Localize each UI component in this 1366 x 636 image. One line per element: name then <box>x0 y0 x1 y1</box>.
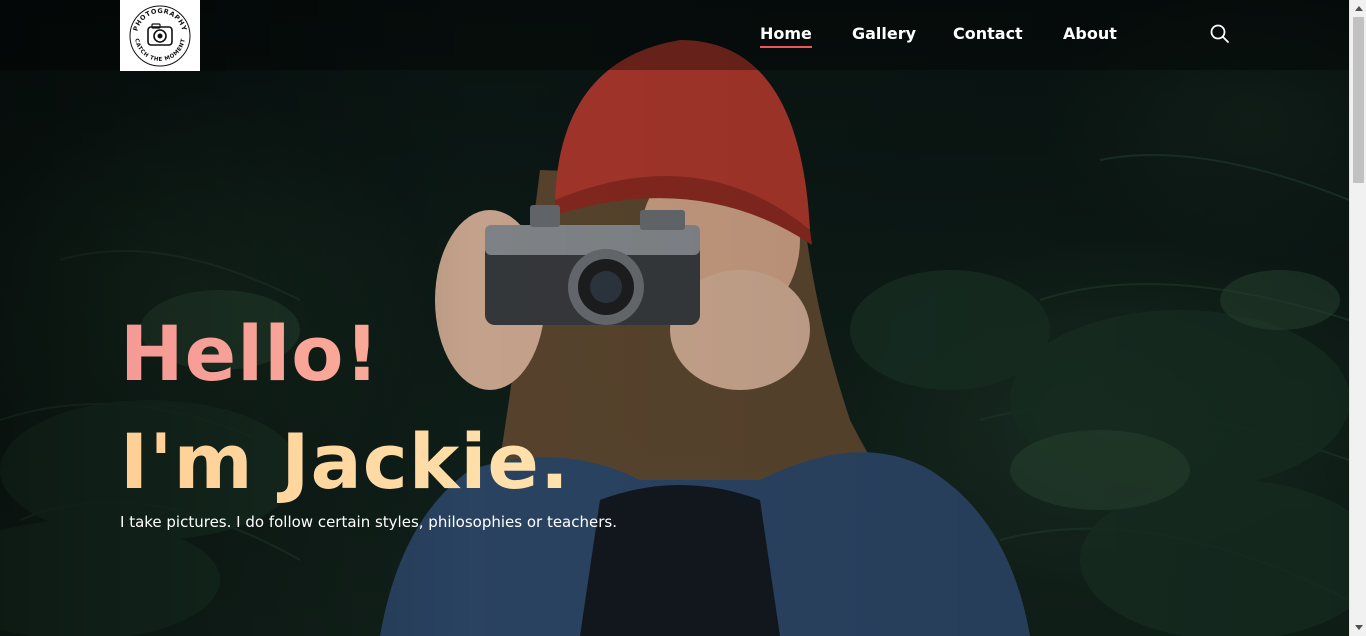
scrollbar-thumb[interactable] <box>1353 17 1364 183</box>
active-indicator <box>760 46 812 48</box>
search-button[interactable] <box>1209 23 1231 45</box>
site-logo[interactable]: PHOTOGRAPHY CATCH THE MOMENT <box>120 0 200 71</box>
nav-gallery-label: Gallery <box>852 24 917 43</box>
chevron-down-icon <box>1354 625 1363 630</box>
nav-gallery[interactable]: Gallery <box>852 22 916 46</box>
nav-home[interactable]: Home <box>760 22 812 48</box>
camera-icon: PHOTOGRAPHY CATCH THE MOMENT <box>129 5 191 66</box>
hero-name: I'm Jackie. <box>120 408 570 516</box>
nav-home-label: Home <box>760 24 812 43</box>
page-scrollbar[interactable] <box>1349 0 1366 636</box>
chevron-up-icon <box>1354 6 1363 11</box>
scroll-up-arrow[interactable] <box>1350 0 1366 17</box>
hero-tagline: I take pictures. I do follow certain sty… <box>120 513 617 531</box>
nav-contact-label: Contact <box>953 24 1023 43</box>
hero-headline: Hello! I'm Jackie. <box>120 300 570 516</box>
top-navbar: PHOTOGRAPHY CATCH THE MOMENT Home Galler… <box>0 0 1349 71</box>
hero-greeting: Hello! <box>120 300 570 408</box>
nav-about-label: About <box>1063 24 1117 43</box>
search-icon <box>1210 24 1229 43</box>
nav-about[interactable]: About <box>1063 22 1117 46</box>
nav-contact[interactable]: Contact <box>953 22 1023 46</box>
scroll-down-arrow[interactable] <box>1350 619 1366 636</box>
